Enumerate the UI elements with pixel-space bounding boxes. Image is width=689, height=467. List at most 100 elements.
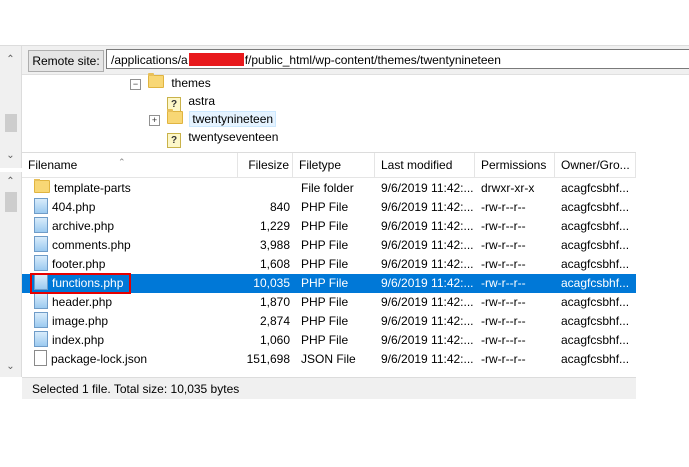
file-permissions: -rw-r--r-- — [481, 333, 526, 347]
file-row[interactable]: template-parts File folder 9/6/2019 11:42:… — [22, 179, 636, 198]
file-owner: acagfcsbhf... — [561, 238, 630, 252]
file-size: 840 — [269, 200, 290, 214]
remote-site-bar: Remote site: /applications/a f/public_htm… — [22, 46, 689, 74]
file-name-cell: index.php — [34, 331, 234, 350]
file-type: PHP File — [301, 200, 349, 214]
file-size: 1,229 — [259, 219, 290, 233]
file-permissions: -rw-r--r-- — [481, 238, 526, 252]
tree-item-label: twentynineteen — [189, 111, 277, 127]
file-name: comments.php — [52, 238, 131, 252]
file-row[interactable]: header.php 1,870 PHP File 9/6/2019 11:42:..… — [22, 293, 636, 312]
file-permissions: -rw-r--r-- — [481, 200, 526, 214]
file-modified: 9/6/2019 11:42:... — [381, 238, 474, 252]
file-row[interactable]: image.php 2,874 PHP File 9/6/2019 11:42:...… — [22, 312, 636, 331]
scroll-down-icon[interactable]: ⌄ — [0, 359, 21, 375]
scrollbar-thumb[interactable] — [5, 114, 17, 132]
file-size: 1,608 — [259, 257, 290, 271]
file-row[interactable]: index.php 1,060 PHP File 9/6/2019 11:42:...… — [22, 331, 636, 350]
folder-icon — [34, 179, 50, 193]
file-size — [238, 179, 290, 198]
file-modified: 9/6/2019 11:42:... — [381, 314, 474, 328]
tree-item-label: twentyseventeen — [188, 130, 279, 144]
tree-item-themes[interactable]: themes — [148, 73, 211, 92]
path-suffix: f/public_html/wp-content/themes/twentyni… — [244, 53, 501, 67]
column-header-owner-group[interactable]: Owner/Gro... — [555, 153, 636, 177]
file-permissions: -rw-r--r-- — [481, 257, 526, 271]
file-owner: acagfcsbhf... — [561, 314, 630, 328]
file-name: template-parts — [54, 181, 131, 195]
file-name-cell: package-lock.json — [34, 350, 234, 369]
path-prefix: /applications/a — [111, 53, 188, 67]
file-modified: 9/6/2019 11:42:... — [381, 181, 474, 195]
php-file-icon — [34, 217, 48, 233]
file-name: header.php — [52, 295, 113, 309]
file-type: PHP File — [301, 295, 349, 309]
column-header-permissions[interactable]: Permissions — [475, 153, 555, 177]
column-header-last-modified[interactable]: Last modified — [375, 153, 475, 177]
php-file-icon — [34, 236, 48, 252]
file-name: archive.php — [52, 219, 115, 233]
scroll-down-icon[interactable]: ⌄ — [0, 148, 21, 164]
file-modified: 9/6/2019 11:42:... — [381, 276, 474, 290]
file-modified: 9/6/2019 11:42:... — [381, 219, 474, 233]
file-permissions: -rw-r--r-- — [481, 276, 526, 290]
remote-site-path-input[interactable]: /applications/a f/public_html/wp-content/… — [106, 49, 689, 69]
file-owner: acagfcsbhf... — [561, 181, 630, 195]
remote-file-list: ⌃ Filename Filesize Filetype Last modifi… — [22, 152, 636, 378]
file-type: PHP File — [301, 257, 349, 271]
scrollbar-thumb[interactable] — [5, 192, 17, 212]
file-permissions: -rw-r--r-- — [481, 352, 526, 366]
file-row[interactable]: archive.php 1,229 PHP File 9/6/2019 11:42:.… — [22, 217, 636, 236]
file-row[interactable]: comments.php 3,988 PHP File 9/6/2019 11:42:… — [22, 236, 636, 255]
list-scrollbar[interactable]: ⌃ ⌄ — [0, 172, 22, 377]
file-permissions: -rw-r--r-- — [481, 219, 526, 233]
highlight-annotation-box — [30, 273, 131, 294]
file-size: 2,874 — [259, 314, 290, 328]
file-name-cell: 404.php — [34, 198, 234, 217]
php-file-icon — [34, 198, 48, 214]
file-name: package-lock.json — [51, 352, 148, 366]
tree-item-twentyseventeen[interactable]: ? twentyseventeen — [167, 128, 279, 148]
file-row[interactable]: footer.php 1,608 PHP File 9/6/2019 11:42:..… — [22, 255, 636, 274]
folder-icon — [167, 109, 183, 124]
list-header: ⌃ Filename Filesize Filetype Last modifi… — [22, 153, 636, 178]
question-folder-icon: ? — [167, 133, 181, 148]
file-size: 1,870 — [259, 295, 290, 309]
column-header-filetype[interactable]: Filetype — [293, 153, 375, 177]
collapse-icon[interactable]: − — [130, 79, 141, 90]
file-type: PHP File — [301, 238, 349, 252]
file-row[interactable]: 404.php 840 PHP File 9/6/2019 11:42:... -rw-… — [22, 198, 636, 217]
php-file-icon — [34, 293, 48, 309]
tree-item-astra[interactable]: ? astra — [167, 92, 215, 112]
json-file-icon — [34, 350, 47, 366]
column-header-filename[interactable]: ⌃ Filename — [22, 153, 238, 177]
file-permissions: drwxr-xr-x — [481, 181, 535, 195]
file-size: 151,698 — [246, 352, 290, 366]
scroll-up-icon[interactable]: ⌃ — [0, 52, 21, 68]
file-name-cell: archive.php — [34, 217, 234, 236]
tree-scrollbar[interactable]: ⌃ ⌄ — [0, 46, 22, 168]
php-file-icon — [34, 331, 48, 347]
sort-ascending-icon: ⌃ — [118, 157, 126, 167]
file-owner: acagfcsbhf... — [561, 219, 630, 233]
tree-item-twentynineteen[interactable]: twentynineteen — [167, 109, 277, 128]
file-owner: acagfcsbhf... — [561, 276, 630, 290]
file-name-cell: comments.php — [34, 236, 234, 255]
file-name-cell: header.php — [34, 293, 234, 312]
file-name: footer.php — [52, 257, 106, 271]
file-name: index.php — [52, 333, 105, 347]
expand-icon[interactable]: + — [149, 115, 160, 126]
status-bar: Selected 1 file. Total size: 10,035 byte… — [22, 377, 636, 399]
right-margin — [636, 152, 689, 377]
column-header-filesize[interactable]: Filesize — [238, 153, 293, 177]
file-permissions: -rw-r--r-- — [481, 314, 526, 328]
file-modified: 9/6/2019 11:42:... — [381, 352, 474, 366]
file-name: 404.php — [52, 200, 96, 214]
file-type: PHP File — [301, 219, 349, 233]
file-type: JSON File — [301, 352, 356, 366]
file-owner: acagfcsbhf... — [561, 333, 630, 347]
file-row[interactable]: package-lock.json 151,698 JSON File 9/6/201… — [22, 350, 636, 369]
file-modified: 9/6/2019 11:42:... — [381, 200, 474, 214]
scroll-up-icon[interactable]: ⌃ — [0, 174, 21, 190]
tree-item-label: themes — [171, 76, 211, 90]
